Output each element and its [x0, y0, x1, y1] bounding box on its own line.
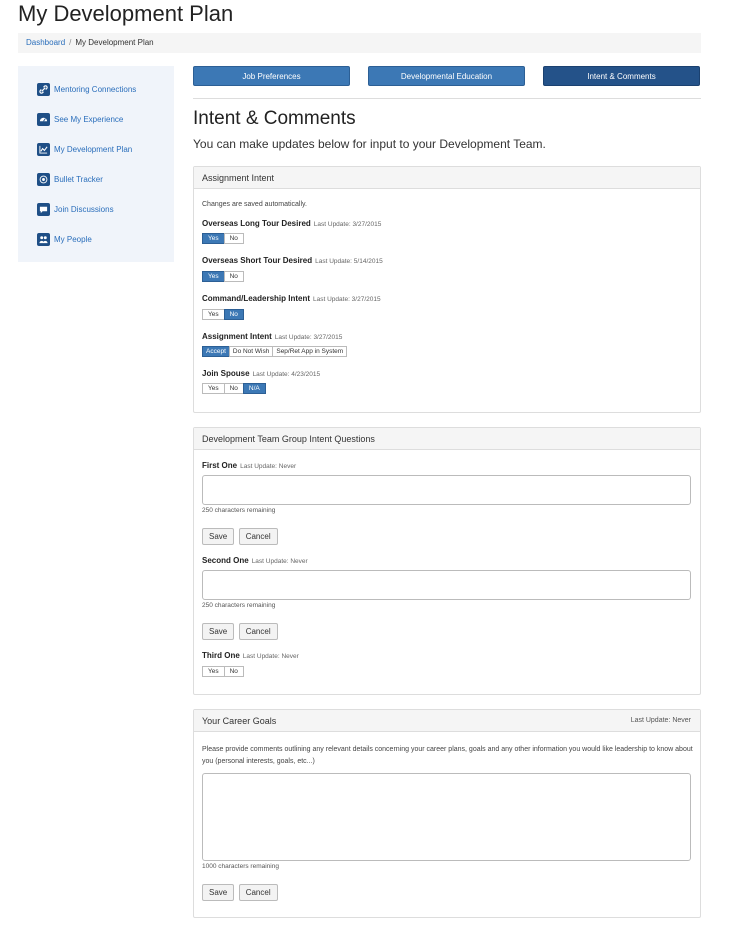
characters-remaining: 1000 characters remaining	[202, 863, 279, 870]
second-one-actions: Save Cancel	[202, 621, 278, 640]
assignment-intent-panel: Assignment Intent Changes are saved auto…	[193, 166, 701, 413]
panel-heading: Your Career Goals Last Update: Never	[194, 710, 700, 732]
question-label: Join Spouse Last Update: 4/23/2015	[202, 369, 320, 378]
characters-remaining: 250 characters remaining	[202, 507, 276, 514]
question-text: Join Spouse	[202, 369, 250, 378]
sidebar-item-my-people[interactable]: My People	[37, 232, 92, 246]
sidebar-item-label: Join Discussions	[54, 204, 114, 214]
characters-remaining: 250 characters remaining	[202, 602, 276, 609]
chart-icon	[37, 142, 50, 156]
breadcrumb-separator: /	[69, 38, 72, 47]
breadcrumb-dashboard-link[interactable]: Dashboard	[26, 38, 65, 47]
question-label: First One Last Update: Never	[202, 461, 296, 470]
last-update: Last Update: Never	[251, 558, 308, 565]
breadcrumb: Dashboard / My Development Plan	[18, 33, 701, 53]
people-icon	[37, 232, 50, 246]
last-update: Last Update: 5/14/2015	[315, 258, 383, 265]
yes-button[interactable]: Yes	[202, 666, 225, 677]
no-button[interactable]: No	[223, 383, 244, 394]
accept-button[interactable]: Accept	[202, 346, 230, 357]
save-button[interactable]: Save	[202, 623, 235, 640]
career-goals-textarea[interactable]	[202, 773, 691, 861]
tab-developmental-education[interactable]: Developmental Education	[368, 66, 525, 86]
chat-icon	[37, 202, 50, 216]
cancel-button[interactable]: Cancel	[238, 884, 278, 901]
no-button[interactable]: No	[223, 233, 244, 244]
last-update: Last Update: Never	[242, 653, 299, 660]
no-button[interactable]: No	[223, 666, 244, 677]
sidebar-item-label: My Development Plan	[54, 144, 133, 154]
section-title: Intent & Comments	[193, 108, 356, 129]
yes-button[interactable]: Yes	[202, 271, 225, 282]
last-update: Last Update: 3/27/2015	[274, 334, 343, 341]
question-label: Overseas Long Tour Desired Last Update: 3…	[202, 219, 381, 228]
tab-intent-comments[interactable]: Intent & Comments	[543, 66, 700, 86]
page-title: My Development Plan	[18, 1, 234, 26]
last-update: Last Update: 4/23/2015	[252, 371, 321, 378]
question-label: Assignment Intent Last Update: 3/27/2015	[202, 332, 342, 341]
question-text: Third One	[202, 651, 240, 660]
question-text: Overseas Short Tour Desired	[202, 256, 313, 265]
sidebar-item-label: Bullet Tracker	[54, 174, 103, 184]
sidebar: Mentoring Connections See My Experience …	[18, 66, 174, 262]
last-update: Last Update: 3/27/2015	[313, 221, 382, 228]
first-one-actions: Save Cancel	[202, 526, 278, 545]
second-one-input[interactable]	[202, 570, 691, 600]
sep-ret-button[interactable]: Sep/Ret App in System	[272, 346, 348, 357]
assignment-intent-toggle: Accept Do Not Wish Sep/Ret App in System	[202, 346, 348, 357]
last-update: Last Update: 3/27/2015	[313, 296, 381, 303]
short-tour-toggle: Yes No	[202, 271, 244, 282]
no-button[interactable]: No	[223, 271, 244, 282]
yes-button[interactable]: Yes	[202, 233, 225, 244]
career-description: Please provide comments outlining any re…	[202, 746, 693, 765]
sidebar-item-development-plan[interactable]: My Development Plan	[37, 142, 132, 156]
tab-job-preferences[interactable]: Job Preferences	[193, 66, 350, 86]
question-text: Command/Leadership Intent	[202, 294, 311, 303]
no-button[interactable]: No	[223, 309, 244, 320]
career-actions: Save Cancel	[202, 882, 278, 901]
save-button[interactable]: Save	[202, 884, 235, 901]
long-tour-toggle: Yes No	[202, 233, 244, 244]
breadcrumb-current: My Development Plan	[75, 38, 154, 47]
link-icon	[37, 82, 50, 96]
question-label: Command/Leadership Intent Last Update: 3/…	[202, 294, 381, 303]
question-text: Assignment Intent	[202, 332, 272, 341]
last-update: Last Update: Never	[630, 717, 691, 724]
third-one-toggle: Yes No	[202, 666, 244, 677]
question-text: Second One	[202, 556, 249, 565]
yes-button[interactable]: Yes	[202, 383, 225, 394]
sidebar-item-join-discussions[interactable]: Join Discussions	[37, 202, 114, 216]
panel-title: Your Career Goals	[202, 716, 277, 726]
panel-heading: Development Team Group Intent Questions	[194, 428, 700, 450]
group-intent-panel: Development Team Group Intent Questions …	[193, 427, 701, 695]
na-button[interactable]: N/A	[242, 383, 266, 394]
sidebar-item-label: Mentoring Connections	[54, 84, 137, 94]
cancel-button[interactable]: Cancel	[238, 623, 278, 640]
save-button[interactable]: Save	[202, 528, 235, 545]
target-icon	[37, 172, 50, 186]
command-leadership-toggle: Yes No	[202, 309, 244, 320]
sidebar-item-label: See My Experience	[54, 114, 124, 124]
career-goals-panel: Your Career Goals Last Update: Never Ple…	[193, 709, 701, 918]
join-spouse-toggle: Yes No N/A	[202, 383, 266, 394]
question-label: Overseas Short Tour Desired Last Update: …	[202, 256, 383, 265]
question-text: First One	[202, 461, 238, 470]
do-not-wish-button[interactable]: Do Not Wish	[228, 346, 274, 357]
divider	[193, 98, 701, 99]
sidebar-item-mentoring[interactable]: Mentoring Connections	[37, 82, 136, 96]
sidebar-item-experience[interactable]: See My Experience	[37, 112, 123, 126]
first-one-input[interactable]	[202, 475, 691, 505]
yes-button[interactable]: Yes	[202, 309, 225, 320]
sidebar-item-bullet-tracker[interactable]: Bullet Tracker	[37, 172, 103, 186]
cancel-button[interactable]: Cancel	[238, 528, 278, 545]
question-label: Third One Last Update: Never	[202, 651, 299, 660]
dashboard-icon	[37, 112, 50, 126]
section-subtitle: You can make updates below for input to …	[193, 137, 546, 151]
sidebar-item-label: My People	[54, 234, 92, 244]
question-label: Second One Last Update: Never	[202, 556, 308, 565]
autosave-note: Changes are saved automatically.	[202, 201, 307, 208]
question-text: Overseas Long Tour Desired	[202, 219, 311, 228]
panel-heading: Assignment Intent	[194, 167, 700, 189]
last-update: Last Update: Never	[240, 463, 297, 470]
